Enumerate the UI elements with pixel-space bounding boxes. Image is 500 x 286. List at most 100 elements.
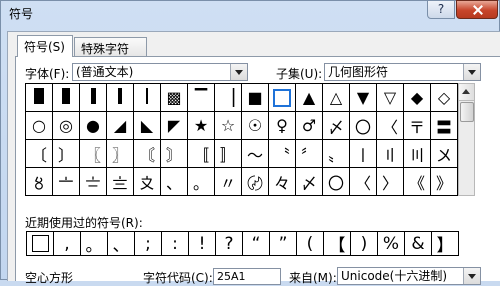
symbol-cell[interactable]: 〧 — [80, 168, 107, 196]
symbol-cell[interactable]: ◆ — [404, 84, 431, 112]
symbol-glyph: 〉 — [381, 173, 398, 193]
symbol-cell[interactable]: 〒 — [404, 112, 431, 140]
symbol-cell[interactable]: 〈 — [377, 112, 404, 140]
symbol-cell[interactable]: 〃 — [215, 168, 242, 196]
recent-symbol-cell[interactable]: & — [405, 232, 432, 256]
symbol-cell[interactable]: 〘 — [134, 140, 161, 168]
symbol-cell[interactable]: ♂ — [296, 112, 323, 140]
symbol-cell[interactable]: 。 — [188, 168, 215, 196]
symbol-cell[interactable]: 《 — [404, 168, 431, 196]
recent-symbol-cell[interactable]: 。 — [81, 232, 108, 256]
symbol-cell[interactable]: ☆ — [215, 112, 242, 140]
symbol-cell[interactable]: ★ — [188, 112, 215, 140]
symbol-cell[interactable]: 〇 — [350, 112, 377, 140]
recent-symbol-cell[interactable]: : — [162, 232, 189, 256]
symbol-cell[interactable] — [53, 84, 80, 112]
character-code-input[interactable]: 25A1 — [213, 268, 281, 285]
symbol-cell[interactable]: 〤 — [431, 140, 458, 168]
symbol-cell[interactable]: 〦 — [53, 168, 80, 196]
symbol-cell[interactable] — [134, 84, 161, 112]
symbol-glyph: 〙 — [165, 145, 182, 165]
symbol-cell[interactable]: 〝 — [269, 140, 296, 168]
recent-symbol-cell[interactable]: “ — [243, 232, 270, 256]
symbol-cell[interactable]: ◎ — [53, 112, 80, 140]
scroll-up-icon[interactable] — [459, 84, 474, 101]
symbol-cell[interactable]: ▲ — [296, 84, 323, 112]
symbol-cell[interactable] — [107, 84, 134, 112]
subset-select[interactable]: 几何图形符 — [324, 63, 481, 81]
symbol-cell[interactable] — [26, 84, 53, 112]
symbol-cell[interactable]: 〩 — [134, 168, 161, 196]
symbol-cell[interactable]: 〆 — [296, 168, 323, 196]
symbol-cell[interactable]: 〄 — [242, 168, 269, 196]
recent-symbol-cell[interactable]: , — [54, 232, 81, 256]
help-button[interactable]: ? — [427, 0, 455, 19]
symbol-cell[interactable]: 〚 — [188, 140, 215, 168]
symbol-cell[interactable]: ◇ — [431, 84, 458, 112]
symbol-cell[interactable]: 》 — [431, 168, 458, 196]
symbol-cell[interactable]: ◢ — [107, 112, 134, 140]
from-select[interactable]: Unicode(十六进制) — [337, 267, 481, 285]
recent-symbol-cell[interactable]: % — [378, 232, 405, 256]
symbol-cell[interactable]: 〖 — [80, 140, 107, 168]
tab-symbols[interactable]: 符号(S) — [17, 35, 73, 57]
symbol-cell[interactable]: 〢 — [377, 140, 404, 168]
recent-symbol-cell[interactable]: ) — [351, 232, 378, 256]
symbol-cell[interactable]: 〟 — [323, 140, 350, 168]
tab-special-characters[interactable]: 特殊字符(P) — [74, 37, 147, 71]
symbol-cell[interactable]: ◤ — [161, 112, 188, 140]
symbol-cell[interactable] — [269, 84, 296, 112]
symbol-glyph: ▔ — [194, 88, 208, 107]
symbol-cell[interactable]: 〓 — [431, 112, 458, 140]
symbol-glyph: 〒 — [408, 117, 425, 137]
recent-symbol-cell[interactable]: 【 — [324, 232, 351, 256]
symbol-grid-scrollbar[interactable] — [458, 83, 475, 196]
symbol-cell[interactable]: ☉ — [242, 112, 269, 140]
symbol-cell[interactable]: 々 — [269, 168, 296, 196]
symbol-cell[interactable] — [80, 84, 107, 112]
symbol-cell[interactable]: ○ — [26, 112, 53, 140]
recent-symbol-cell[interactable]: 】 — [432, 232, 459, 256]
symbol-cell[interactable]: ▼ — [350, 84, 377, 112]
recent-symbol-cell[interactable] — [27, 232, 54, 256]
symbol-cell[interactable]: 〆 — [323, 112, 350, 140]
recent-symbol-cell[interactable]: ” — [270, 232, 297, 256]
symbol-cell[interactable]: 〔 — [26, 140, 53, 168]
recent-symbol-cell[interactable]: ( — [297, 232, 324, 256]
symbol-cell[interactable]: 〇 — [323, 168, 350, 196]
recent-symbol-cell[interactable]: ? — [216, 232, 243, 256]
symbol-cell[interactable]: 〙 — [161, 140, 188, 168]
symbol-cell[interactable]: ♀ — [269, 112, 296, 140]
close-button[interactable] — [456, 0, 498, 19]
symbol-cell[interactable]: 〛 — [215, 140, 242, 168]
symbol-cell[interactable]: 〕 — [53, 140, 80, 168]
symbol-cell[interactable]: 〣 — [404, 140, 431, 168]
symbol-cell[interactable]: ▔ — [188, 84, 215, 112]
symbol-cell[interactable]: 、 — [161, 168, 188, 196]
symbol-cell[interactable]: 〨 — [107, 168, 134, 196]
scroll-thumb[interactable] — [460, 102, 474, 122]
recent-symbol-cell[interactable]: ; — [135, 232, 162, 256]
symbol-cell[interactable]: 〥 — [26, 168, 53, 196]
symbol-cell[interactable]: ▩ — [161, 84, 188, 112]
symbol-cell[interactable]: △ — [323, 84, 350, 112]
recent-symbol-cell[interactable]: ! — [189, 232, 216, 256]
symbol-cell[interactable]: 〞 — [296, 140, 323, 168]
symbol-cell[interactable]: ■ — [242, 84, 269, 112]
symbol-cell[interactable]: 〉 — [377, 168, 404, 196]
chevron-down-icon[interactable] — [463, 64, 480, 80]
symbol-cell[interactable]: ◣ — [134, 112, 161, 140]
symbol-cell[interactable]: 〡 — [350, 140, 377, 168]
recent-symbol-cell[interactable]: 、 — [108, 232, 135, 256]
symbol-cell[interactable]: ▽ — [377, 84, 404, 112]
font-select[interactable]: (普通文本) — [72, 63, 248, 81]
symbol-cell[interactable]: ▕ — [215, 84, 242, 112]
symbol-glyph: ◆ — [410, 88, 424, 107]
chevron-down-icon[interactable] — [230, 64, 247, 80]
symbol-cell[interactable]: 〜 — [242, 140, 269, 168]
symbol-cell[interactable]: 〗 — [107, 140, 134, 168]
symbol-cell[interactable]: ● — [80, 112, 107, 140]
recent-symbol-glyph: % — [382, 233, 400, 254]
chevron-down-icon[interactable] — [463, 268, 480, 284]
symbol-cell[interactable]: 〈 — [350, 168, 377, 196]
